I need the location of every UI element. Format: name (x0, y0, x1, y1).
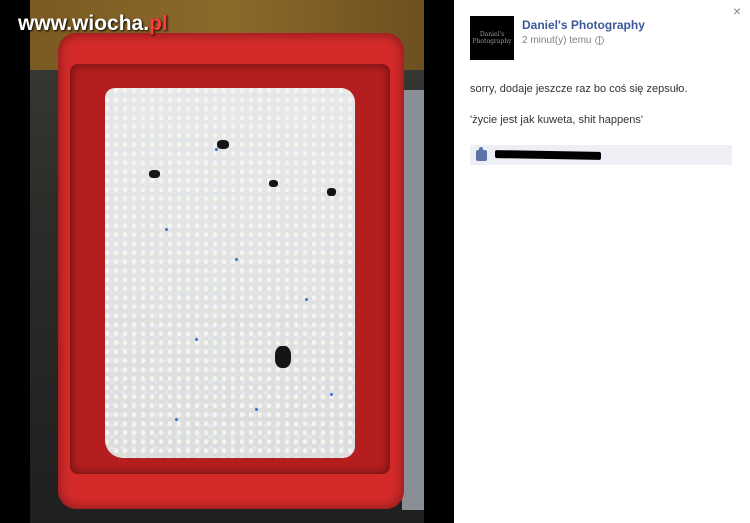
post-line: sorry, dodaje jeszcze raz bo coś się zep… (470, 83, 688, 95)
litter-speck (165, 228, 168, 231)
litter-clump (327, 188, 336, 196)
litter-speck (305, 298, 308, 301)
litter-clump (269, 180, 278, 187)
page-avatar[interactable]: Daniel's Photography (470, 16, 514, 60)
post-meta: 2 minut(y) temu (522, 35, 605, 46)
site-watermark: www.wiocha.pl (18, 12, 168, 36)
litter-speck (215, 148, 218, 151)
litter-speck (235, 258, 238, 261)
watermark-tld: pl (149, 12, 168, 35)
post-sidebar: × Daniel's Photography Daniel's Photogra… (454, 0, 750, 523)
litter-clump (149, 170, 160, 178)
photo-background-floor (402, 90, 424, 510)
litter-speck (330, 393, 333, 396)
litter-clump (217, 140, 229, 149)
redacted-name-bar (495, 150, 601, 160)
litter-speck (255, 408, 258, 411)
globe-icon[interactable] (595, 36, 605, 45)
like-icon[interactable] (476, 146, 487, 161)
page-name-link[interactable]: Daniel's Photography (522, 18, 645, 32)
litter-surface (105, 88, 355, 458)
litter-clump (275, 346, 291, 368)
watermark-site: www.wiocha (18, 12, 144, 35)
post-body: sorry, dodaje jeszcze raz bo coś się zep… (470, 82, 740, 144)
post-timestamp[interactable]: 2 minut(y) temu (522, 35, 591, 46)
photo-viewer: www.wiocha.pl (0, 0, 454, 523)
photo (30, 0, 424, 523)
litter-speck (195, 338, 198, 341)
post-line: 'życie jest jak kuweta, shit happens' (470, 114, 643, 126)
likes-bar (470, 145, 732, 165)
litter-speck (175, 418, 178, 421)
close-button[interactable]: × (730, 4, 744, 18)
